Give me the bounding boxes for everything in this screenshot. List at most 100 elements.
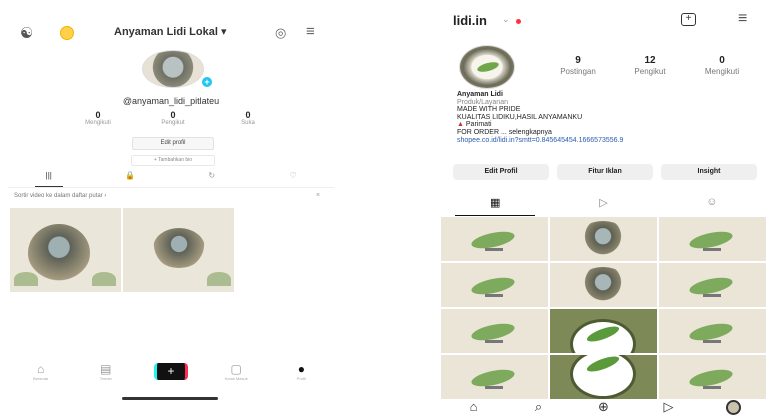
post-thumbnail[interactable] xyxy=(550,263,657,307)
stat-posts[interactable]: 9 Postingan xyxy=(545,55,611,81)
insights-button[interactable]: Insight xyxy=(661,164,757,180)
home-indicator xyxy=(122,397,218,400)
tab-grid[interactable]: ▦ xyxy=(455,196,536,216)
nav-friends[interactable]: ▤ Teman xyxy=(82,362,130,381)
chevron-down-icon[interactable]: ⌄ xyxy=(502,14,510,25)
plant-image xyxy=(207,272,231,286)
stat-value: 0 xyxy=(170,110,176,120)
search-icon[interactable]: ⌕ xyxy=(519,398,559,417)
bottom-nav: ⌂ Beranda ▤ Teman + ▢ Kotak Masuk ● Prof… xyxy=(8,362,334,390)
post-thumbnail[interactable] xyxy=(550,309,657,353)
tab-videos[interactable]: ||| xyxy=(19,171,79,187)
post-thumbnail[interactable] xyxy=(441,217,548,261)
stat-value: 12 xyxy=(644,55,656,66)
menu-icon[interactable]: ≡ xyxy=(738,10,747,28)
nav-profile[interactable]: ● Profil xyxy=(277,362,325,381)
basket-image xyxy=(576,221,630,259)
post-thumbnail[interactable] xyxy=(441,263,548,307)
pin-icon: ▲ xyxy=(457,121,464,129)
add-user-icon[interactable]: ☯ xyxy=(20,24,33,42)
tab-private[interactable]: 🔒 xyxy=(100,171,160,185)
tab-tagged[interactable]: ☺ xyxy=(672,196,752,214)
leaf-logo-icon xyxy=(476,60,500,74)
create-post-icon[interactable]: + xyxy=(681,13,696,26)
profile-handle: @anyaman_lidi_pitlateu xyxy=(122,96,220,106)
stat-following[interactable]: 0 Mengikuti xyxy=(68,110,128,132)
stat-followers[interactable]: 0 Pengikut xyxy=(143,110,203,132)
avatar[interactable] xyxy=(459,45,515,89)
tab-reels[interactable]: ▷ xyxy=(563,196,643,214)
menu-icon[interactable]: ≡ xyxy=(306,23,315,40)
account-switcher[interactable]: Anyaman Lidi Lokal ▾ xyxy=(114,25,227,38)
post-thumbnail[interactable] xyxy=(659,309,766,353)
profile-bio: Anyaman Lidi Produk/Layanan MADE WITH PR… xyxy=(457,91,757,144)
post-thumbnail[interactable] xyxy=(550,217,657,261)
tiktok-profile-screen: ☯ Anyaman Lidi Lokal ▾ ◎ ≡ + @anyaman_li… xyxy=(8,0,334,417)
content-tabs: ||| 🔒 ↻ ♡ xyxy=(8,171,334,187)
nav-profile[interactable] xyxy=(714,398,754,417)
stat-following[interactable]: 0 Mengikuti xyxy=(689,55,755,81)
close-icon[interactable]: × xyxy=(316,192,320,199)
bio-link[interactable]: shopee.co.id/lidi.in?smtt=0.845645454.16… xyxy=(457,137,757,145)
post-thumbnail[interactable] xyxy=(659,355,766,399)
add-avatar-icon[interactable]: + xyxy=(200,75,214,89)
video-thumbnail[interactable] xyxy=(123,208,234,292)
bio-line: MADE WITH PRIDE xyxy=(457,106,521,114)
post-thumbnail[interactable] xyxy=(550,355,657,399)
logo-text-mark xyxy=(485,386,503,389)
edit-profile-button[interactable]: Edit profil xyxy=(132,137,214,150)
ad-tools-button[interactable]: Fitur Iklan xyxy=(557,164,653,180)
edit-profile-button[interactable]: Edit Profil xyxy=(453,164,549,180)
basket-image xyxy=(153,228,205,268)
bio-line: KUALITAS LIDIKU,HASIL ANYAMANKU xyxy=(457,113,583,121)
stat-label: Mengikuti xyxy=(85,120,111,126)
tab-liked[interactable]: ♡ xyxy=(263,171,323,185)
tab-reposts[interactable]: ↻ xyxy=(182,171,242,185)
logo-text-mark xyxy=(485,248,503,251)
account-username[interactable]: lidi.in xyxy=(453,13,487,28)
bottom-nav: ⌂ ⌕ ⊕ ▷ xyxy=(441,398,766,417)
stat-value: 0 xyxy=(95,110,101,120)
profile-stats: 0 Mengikuti 0 Pengikut 0 Suka xyxy=(68,110,278,132)
post-thumbnail[interactable] xyxy=(441,309,548,353)
playlist-sort-prompt[interactable]: Sortir video ke dalam daftar putar › xyxy=(14,193,106,199)
stat-followers[interactable]: 12 Pengikut xyxy=(617,55,683,81)
basket-image xyxy=(576,267,630,305)
stat-likes[interactable]: 0 Suka xyxy=(218,110,278,132)
reels-icon[interactable]: ▷ xyxy=(649,398,689,417)
video-thumbnail[interactable] xyxy=(10,208,121,292)
stat-label: Pengikut xyxy=(161,120,185,126)
nav-inbox[interactable]: ▢ Kotak Masuk xyxy=(212,362,260,381)
create-plus-icon: + xyxy=(153,363,188,380)
stat-value: 9 xyxy=(575,55,581,66)
footprints-icon[interactable]: ◎ xyxy=(275,25,286,41)
coin-icon[interactable] xyxy=(60,26,74,40)
logo-text-mark xyxy=(485,340,503,343)
create-icon[interactable]: ⊕ xyxy=(584,398,624,417)
home-icon[interactable]: ⌂ xyxy=(454,398,494,417)
home-icon: ⌂ xyxy=(36,362,45,376)
profile-avatar-icon xyxy=(726,400,741,416)
instagram-profile-screen: lidi.in ⌄ + ≡ 9 Postingan 12 Pengikut 0 … xyxy=(441,0,766,417)
nav-home[interactable]: ⌂ Beranda xyxy=(17,362,65,381)
add-bio-button[interactable]: + Tambahkan bio xyxy=(131,155,215,166)
logo-text-mark xyxy=(703,248,721,251)
bio-more[interactable]: FOR ORDER ... selengkapnya xyxy=(457,129,757,137)
post-thumbnail[interactable] xyxy=(659,263,766,307)
nav-label: Beranda xyxy=(33,376,49,381)
stat-label: Pengikut xyxy=(634,67,666,76)
bio-location: ▲ Parimati xyxy=(457,121,757,129)
profile-icon: ● xyxy=(297,362,305,376)
logo-text-mark xyxy=(703,340,721,343)
post-thumbnail[interactable] xyxy=(659,217,766,261)
post-thumbnail[interactable] xyxy=(441,355,548,399)
nav-create[interactable]: + xyxy=(147,362,195,380)
stat-value: 0 xyxy=(245,110,251,120)
plant-image xyxy=(92,272,116,286)
nav-label: Teman xyxy=(99,376,112,381)
notification-dot xyxy=(516,19,521,24)
post-grid xyxy=(441,217,766,399)
stat-label: Postingan xyxy=(560,67,596,76)
content-tabs: ▦ ▷ ☺ xyxy=(441,196,766,216)
avatar[interactable] xyxy=(142,50,204,88)
